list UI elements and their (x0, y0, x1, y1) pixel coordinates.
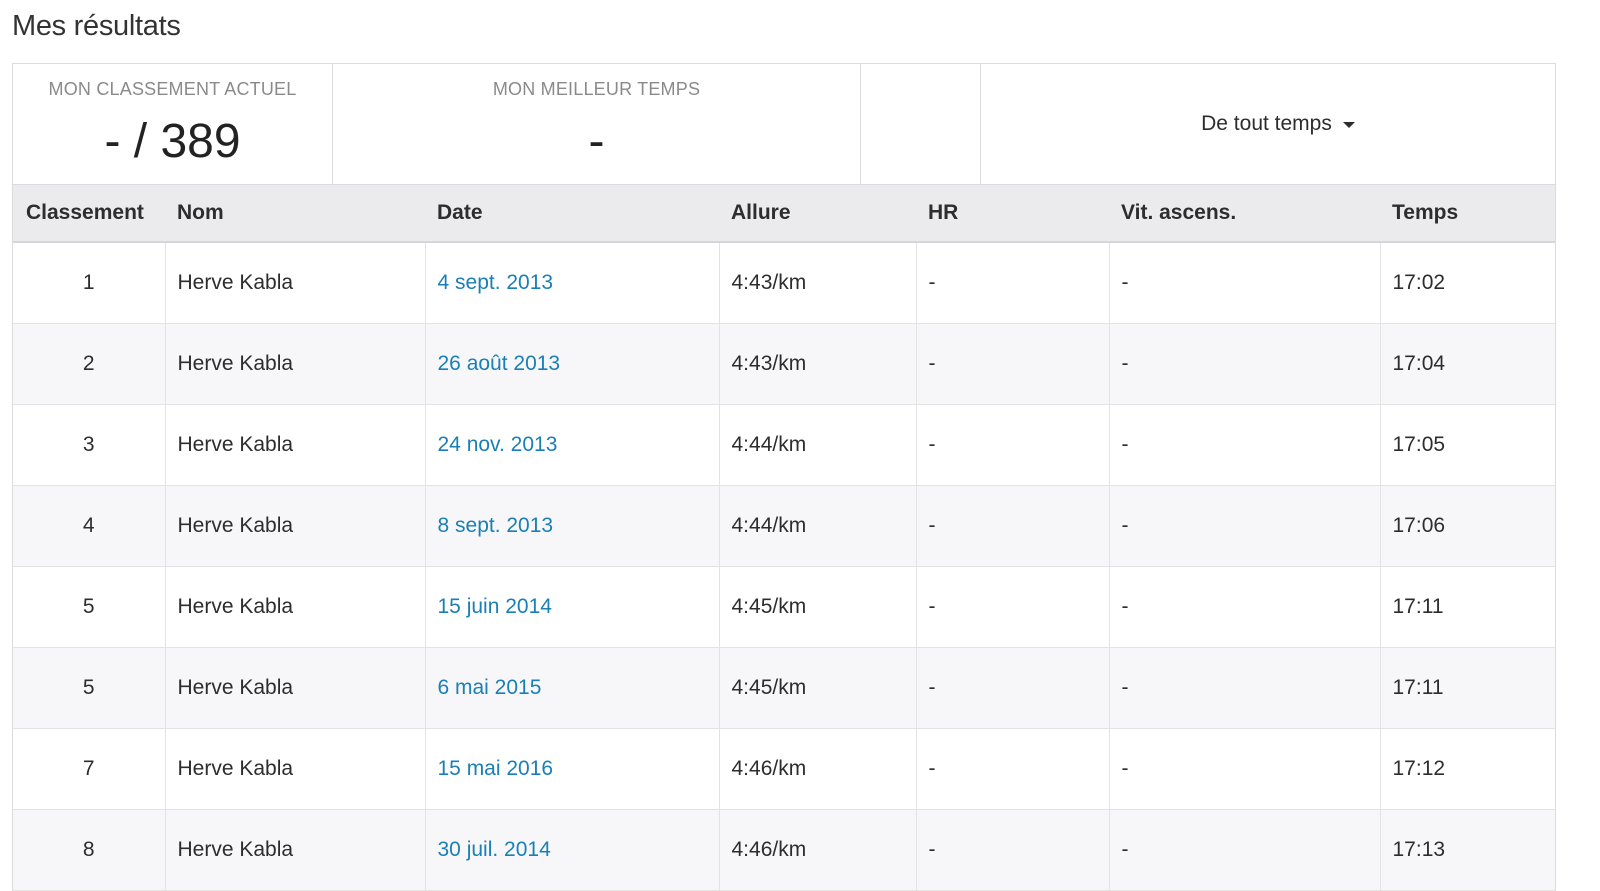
cell-date: 15 juin 2014 (425, 566, 720, 648)
header-name[interactable]: Nom (165, 185, 425, 243)
cell-time: 17:13 (1380, 809, 1555, 891)
cell-rank: 5 (13, 566, 166, 648)
best-time-stat: MON MEILLEUR TEMPS - (333, 64, 861, 184)
cell-date: 26 août 2013 (425, 323, 720, 405)
cell-date: 4 sept. 2013 (425, 242, 720, 324)
time-filter-dropdown[interactable]: De tout temps (1201, 112, 1355, 136)
cell-pace: 4:45/km (719, 566, 917, 648)
cell-rank: 1 (13, 242, 166, 324)
cell-date: 6 mai 2015 (425, 647, 720, 729)
cell-vam: - (1109, 566, 1381, 648)
cell-time: 17:02 (1380, 242, 1555, 324)
activity-date-link[interactable]: 15 mai 2016 (438, 757, 554, 780)
cell-name: Herve Kabla (165, 809, 426, 891)
table-row: 2 Herve Kabla 26 août 2013 4:43/km - - 1… (13, 323, 1555, 405)
cell-pace: 4:44/km (719, 404, 917, 486)
cell-date: 30 juil. 2014 (425, 809, 720, 891)
table-row: 7 Herve Kabla 15 mai 2016 4:46/km - - 17… (13, 728, 1555, 810)
cell-rank: 8 (13, 809, 166, 891)
table-row: 5 Herve Kabla 6 mai 2015 4:45/km - - 17:… (13, 647, 1555, 729)
cell-hr: - (916, 728, 1110, 810)
header-vam[interactable]: Vit. ascens. (1109, 185, 1380, 243)
cell-hr: - (916, 242, 1110, 324)
cell-pace: 4:46/km (719, 728, 917, 810)
activity-date-link[interactable]: 6 mai 2015 (438, 676, 542, 699)
cell-hr: - (916, 809, 1110, 891)
cell-hr: - (916, 647, 1110, 729)
activity-date-link[interactable]: 30 juil. 2014 (438, 838, 551, 861)
time-filter-cell: De tout temps (981, 64, 1555, 184)
header-date[interactable]: Date (425, 185, 719, 243)
best-time-label: MON MEILLEUR TEMPS (492, 79, 701, 99)
cell-date: 15 mai 2016 (425, 728, 720, 810)
cell-hr: - (916, 485, 1110, 567)
activity-date-link[interactable]: 4 sept. 2013 (438, 271, 554, 294)
cell-vam: - (1109, 404, 1381, 486)
cell-hr: - (916, 566, 1110, 648)
table-row: 5 Herve Kabla 15 juin 2014 4:45/km - - 1… (13, 566, 1555, 648)
results-table: Classement Nom Date Allure HR Vit. ascen… (13, 185, 1555, 891)
current-rank-stat: MON CLASSEMENT ACTUEL - / 389 (13, 64, 333, 184)
current-rank-value: - / 389 (104, 115, 241, 168)
header-rank[interactable]: Classement (13, 185, 165, 243)
summary-spacer (861, 64, 981, 184)
caret-down-icon (1342, 122, 1355, 128)
cell-vam: - (1109, 728, 1381, 810)
cell-vam: - (1109, 485, 1381, 567)
cell-rank: 2 (13, 323, 166, 405)
header-time[interactable]: Temps (1380, 185, 1555, 243)
best-time-value: - (588, 115, 605, 168)
cell-name: Herve Kabla (165, 404, 426, 486)
cell-vam: - (1109, 647, 1381, 729)
table-header: Classement Nom Date Allure HR Vit. ascen… (13, 185, 1555, 243)
cell-name: Herve Kabla (165, 728, 426, 810)
cell-time: 17:11 (1380, 566, 1555, 648)
page-title: Mes résultats (12, 10, 181, 42)
cell-time: 17:12 (1380, 728, 1555, 810)
activity-date-link[interactable]: 8 sept. 2013 (438, 514, 554, 537)
activity-date-link[interactable]: 15 juin 2014 (438, 595, 552, 618)
time-filter-label: De tout temps (1201, 112, 1332, 135)
activity-date-link[interactable]: 26 août 2013 (438, 352, 561, 375)
table-row: 4 Herve Kabla 8 sept. 2013 4:44/km - - 1… (13, 485, 1555, 567)
cell-vam: - (1109, 323, 1381, 405)
table-body: 1 Herve Kabla 4 sept. 2013 4:43/km - - 1… (13, 242, 1555, 891)
cell-hr: - (916, 323, 1110, 405)
summary-bar: MON CLASSEMENT ACTUEL - / 389 MON MEILLE… (13, 64, 1555, 185)
cell-vam: - (1109, 809, 1381, 891)
cell-pace: 4:43/km (719, 323, 917, 405)
current-rank-label: MON CLASSEMENT ACTUEL (48, 79, 297, 99)
cell-time: 17:06 (1380, 485, 1555, 567)
cell-pace: 4:44/km (719, 485, 917, 567)
cell-hr: - (916, 404, 1110, 486)
cell-name: Herve Kabla (165, 485, 426, 567)
cell-pace: 4:43/km (719, 242, 917, 324)
cell-name: Herve Kabla (165, 647, 426, 729)
cell-time: 17:04 (1380, 323, 1555, 405)
cell-date: 8 sept. 2013 (425, 485, 720, 567)
table-row: 1 Herve Kabla 4 sept. 2013 4:43/km - - 1… (13, 242, 1555, 324)
cell-name: Herve Kabla (165, 242, 426, 324)
cell-rank: 7 (13, 728, 166, 810)
cell-rank: 4 (13, 485, 166, 567)
cell-rank: 5 (13, 647, 166, 729)
cell-name: Herve Kabla (165, 323, 426, 405)
cell-vam: - (1109, 242, 1381, 324)
activity-date-link[interactable]: 24 nov. 2013 (438, 433, 558, 456)
results-panel: MON CLASSEMENT ACTUEL - / 389 MON MEILLE… (12, 63, 1556, 891)
cell-pace: 4:46/km (719, 809, 917, 891)
cell-name: Herve Kabla (165, 566, 426, 648)
cell-date: 24 nov. 2013 (425, 404, 720, 486)
table-row: 3 Herve Kabla 24 nov. 2013 4:44/km - - 1… (13, 404, 1555, 486)
cell-rank: 3 (13, 404, 166, 486)
header-pace[interactable]: Allure (719, 185, 916, 243)
cell-time: 17:05 (1380, 404, 1555, 486)
header-hr[interactable]: HR (916, 185, 1109, 243)
cell-time: 17:11 (1380, 647, 1555, 729)
table-row: 8 Herve Kabla 30 juil. 2014 4:46/km - - … (13, 809, 1555, 891)
cell-pace: 4:45/km (719, 647, 917, 729)
